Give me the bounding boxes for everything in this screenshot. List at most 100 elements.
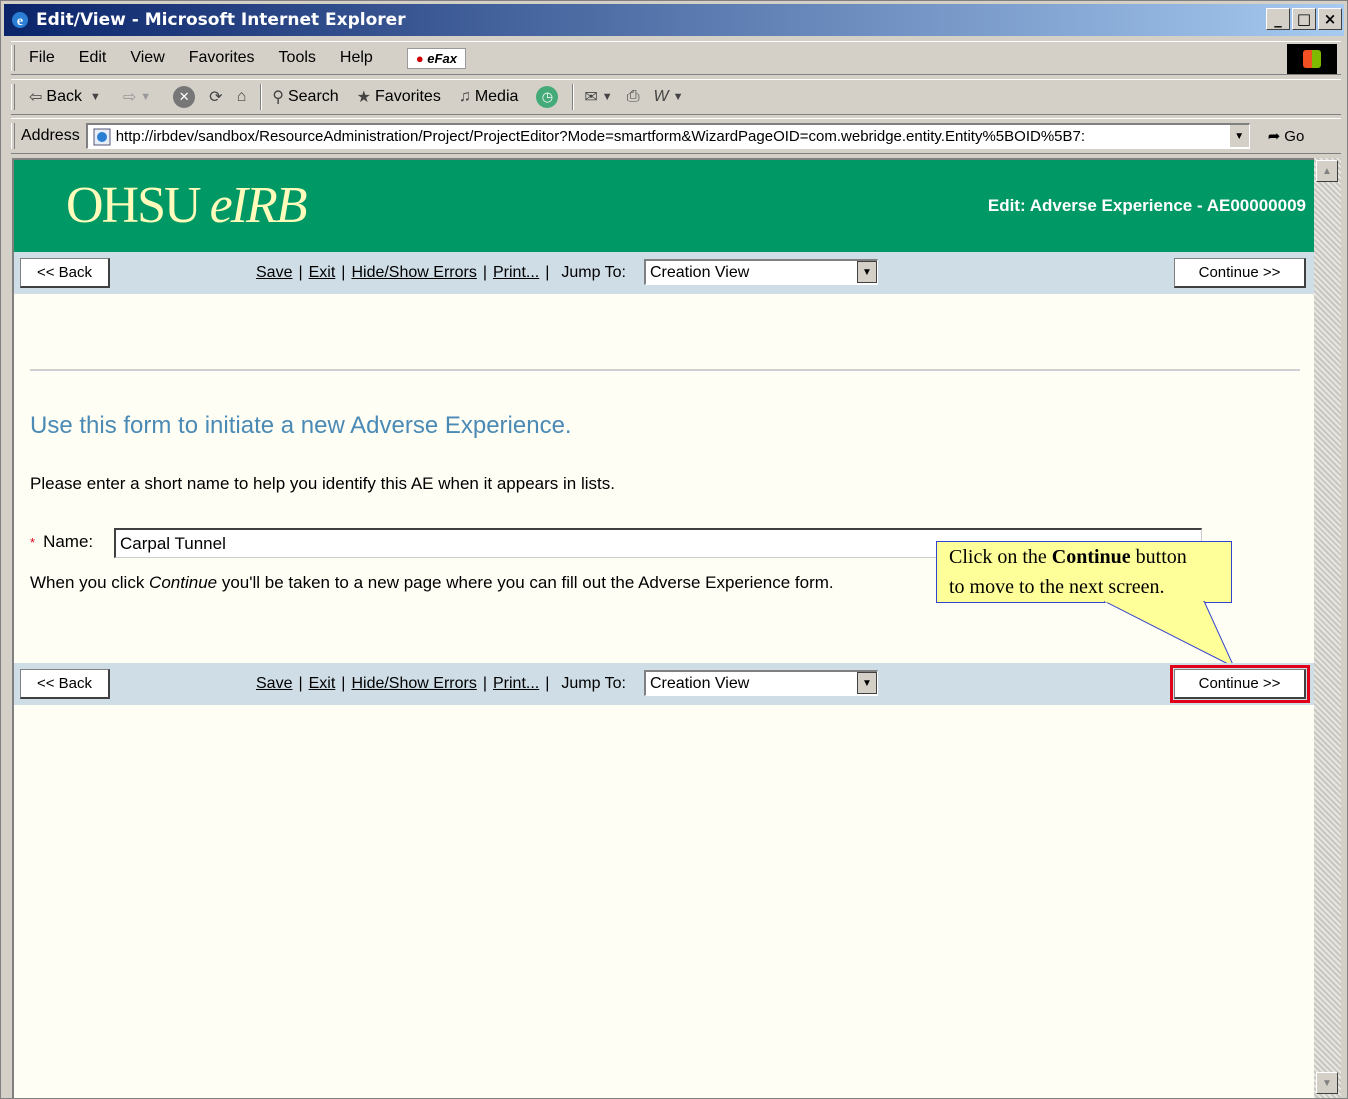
- chevron-down-icon[interactable]: ▼: [857, 672, 877, 694]
- menu-grip[interactable]: [11, 45, 15, 71]
- printer-icon: ⎙: [626, 88, 640, 105]
- refresh-button[interactable]: ⟳: [209, 87, 226, 107]
- scroll-up-icon[interactable]: ▲: [1316, 160, 1338, 182]
- hide-show-errors-link-top[interactable]: Hide/Show Errors: [351, 264, 476, 282]
- word-icon: W: [653, 88, 669, 105]
- address-label: Address: [21, 127, 80, 144]
- back-button-bottom[interactable]: << Back: [20, 669, 110, 699]
- browser-window: e Edit/View - Microsoft Internet Explore…: [0, 0, 1348, 1099]
- jump-to-value-bottom: Creation View: [650, 674, 750, 692]
- jump-to-select-bottom[interactable]: Creation View ▼: [644, 670, 878, 696]
- menu-favorites[interactable]: Favorites: [189, 49, 255, 67]
- pipe-separator: |: [545, 675, 550, 692]
- form-heading: Use this form to initiate a new Adverse …: [30, 412, 572, 439]
- home-button[interactable]: ⌂: [237, 88, 251, 106]
- pipe-separator: |: [482, 675, 487, 692]
- callout-line1-bold: Continue: [1051, 546, 1131, 568]
- history-icon: ◷: [536, 86, 559, 108]
- vertical-scrollbar[interactable]: ▲ ▼: [1314, 158, 1341, 1098]
- print-button[interactable]: ⎙: [627, 88, 644, 106]
- menu-tools[interactable]: Tools: [279, 49, 316, 67]
- menu-bar: File Edit View Favorites Tools Help ● eF…: [11, 41, 1341, 75]
- edit-button[interactable]: W ▼: [654, 88, 688, 106]
- chevron-down-icon[interactable]: ▼: [673, 91, 684, 103]
- go-arrow-icon: ➦: [1267, 128, 1281, 145]
- jump-to-value-top: Creation View: [650, 263, 750, 281]
- address-grip[interactable]: [11, 123, 15, 149]
- top-navbar: << Back Save | Exit | Hide/Show Errors | Pr…: [14, 252, 1314, 294]
- stop-icon: ✕: [173, 86, 196, 108]
- internet-explorer-icon: e: [12, 12, 28, 29]
- help-callout: Click on the Continue button to move to …: [936, 541, 1232, 603]
- chevron-down-icon[interactable]: ▼: [602, 91, 613, 103]
- address-dropdown-icon[interactable]: ▼: [1228, 125, 1249, 147]
- address-bar: Address http://irbdev/sandbox/ResourceAd…: [11, 118, 1341, 154]
- toolbar-separator: [260, 84, 263, 110]
- favorites-icon: ★: [356, 89, 372, 106]
- callout-pointer: [1104, 601, 1236, 669]
- favorites-button[interactable]: ★ Favorites: [357, 87, 441, 107]
- hide-show-errors-link-bottom[interactable]: Hide/Show Errors: [351, 675, 476, 693]
- nav-links-bottom: Save | Exit | Hide/Show Errors | Print... | …: [256, 675, 632, 693]
- chevron-down-icon[interactable]: ▼: [857, 261, 877, 283]
- minimize-button[interactable]: _: [1266, 8, 1290, 30]
- back-label: Back: [46, 88, 82, 105]
- efax-icon: ●: [415, 50, 424, 66]
- forward-button[interactable]: ⇨ ▼: [123, 87, 155, 107]
- app-header: OHSU eIRB Edit: Adverse Experience - AE00…: [14, 160, 1314, 252]
- print-link-top[interactable]: Print...: [493, 264, 539, 282]
- refresh-icon: ⟳: [209, 89, 223, 106]
- menu-view[interactable]: View: [130, 49, 164, 67]
- required-marker: *: [30, 534, 36, 550]
- pipe-separator: |: [341, 264, 346, 281]
- back-button[interactable]: ⇦ Back ▼: [29, 87, 105, 107]
- continue-button-top[interactable]: Continue >>: [1174, 258, 1306, 288]
- window-controls: _ □ ×: [1266, 8, 1342, 30]
- go-label: Go: [1284, 127, 1305, 145]
- go-button[interactable]: ➦ Go: [1267, 127, 1305, 146]
- toolbar-separator: [572, 84, 575, 110]
- back-button-top[interactable]: << Back: [20, 258, 110, 288]
- continue-button-bottom[interactable]: Continue >>: [1170, 665, 1310, 703]
- name-field-row: * Name:: [30, 532, 93, 552]
- toolbar-grip[interactable]: [11, 84, 15, 110]
- search-icon: ⚲: [272, 89, 284, 106]
- address-url: http://irbdev/sandbox/ResourceAdministra…: [115, 128, 1086, 145]
- chevron-down-icon[interactable]: ▼: [140, 91, 151, 103]
- ohsu-eirb-logo: OHSU eIRB: [66, 176, 308, 235]
- media-button[interactable]: ♫ Media: [459, 88, 519, 106]
- address-input[interactable]: http://irbdev/sandbox/ResourceAdministra…: [85, 123, 1250, 149]
- media-label: Media: [474, 88, 519, 105]
- toolbar: ⇦ Back ▼ ⇨ ▼ ✕ ⟳ ⌂ ⚲ Search ★ Favorites …: [11, 79, 1341, 115]
- menu-help[interactable]: Help: [340, 49, 373, 67]
- print-link-bottom[interactable]: Print...: [493, 675, 539, 693]
- exit-link-top[interactable]: Exit: [309, 264, 336, 282]
- history-button[interactable]: ◷: [536, 86, 562, 108]
- maximize-button[interactable]: □: [1292, 8, 1316, 30]
- pipe-separator: |: [298, 264, 303, 281]
- search-button[interactable]: ⚲ Search: [272, 87, 338, 107]
- close-button[interactable]: ×: [1318, 8, 1342, 30]
- exit-link-bottom[interactable]: Exit: [309, 675, 336, 693]
- pipe-separator: |: [482, 264, 487, 281]
- menu-file[interactable]: File: [29, 49, 55, 67]
- chevron-down-icon[interactable]: ▼: [90, 91, 101, 103]
- mail-button[interactable]: ✉ ▼: [584, 87, 616, 107]
- save-link-top[interactable]: Save: [256, 264, 292, 282]
- home-icon: ⌂: [236, 88, 247, 105]
- pipe-separator: |: [298, 675, 303, 692]
- form-instructions: Please enter a short name to help you id…: [30, 474, 615, 493]
- media-icon: ♫: [458, 88, 471, 105]
- callout-line1-suffix: button: [1130, 546, 1187, 568]
- scroll-down-icon[interactable]: ▼: [1316, 1072, 1338, 1094]
- save-link-bottom[interactable]: Save: [256, 675, 292, 693]
- name-label: Name:: [43, 532, 94, 551]
- search-label: Search: [287, 88, 339, 105]
- efax-button[interactable]: ● eFax: [406, 47, 466, 69]
- continue-note: When you click Continue you'll be taken …: [30, 573, 834, 593]
- nav-links-top: Save | Exit | Hide/Show Errors | Print... | …: [256, 264, 632, 282]
- continue-note-suffix: you'll be taken to a new page where you …: [217, 573, 834, 592]
- stop-button[interactable]: ✕: [173, 86, 199, 108]
- menu-edit[interactable]: Edit: [79, 49, 107, 67]
- jump-to-select-top[interactable]: Creation View ▼: [644, 259, 878, 285]
